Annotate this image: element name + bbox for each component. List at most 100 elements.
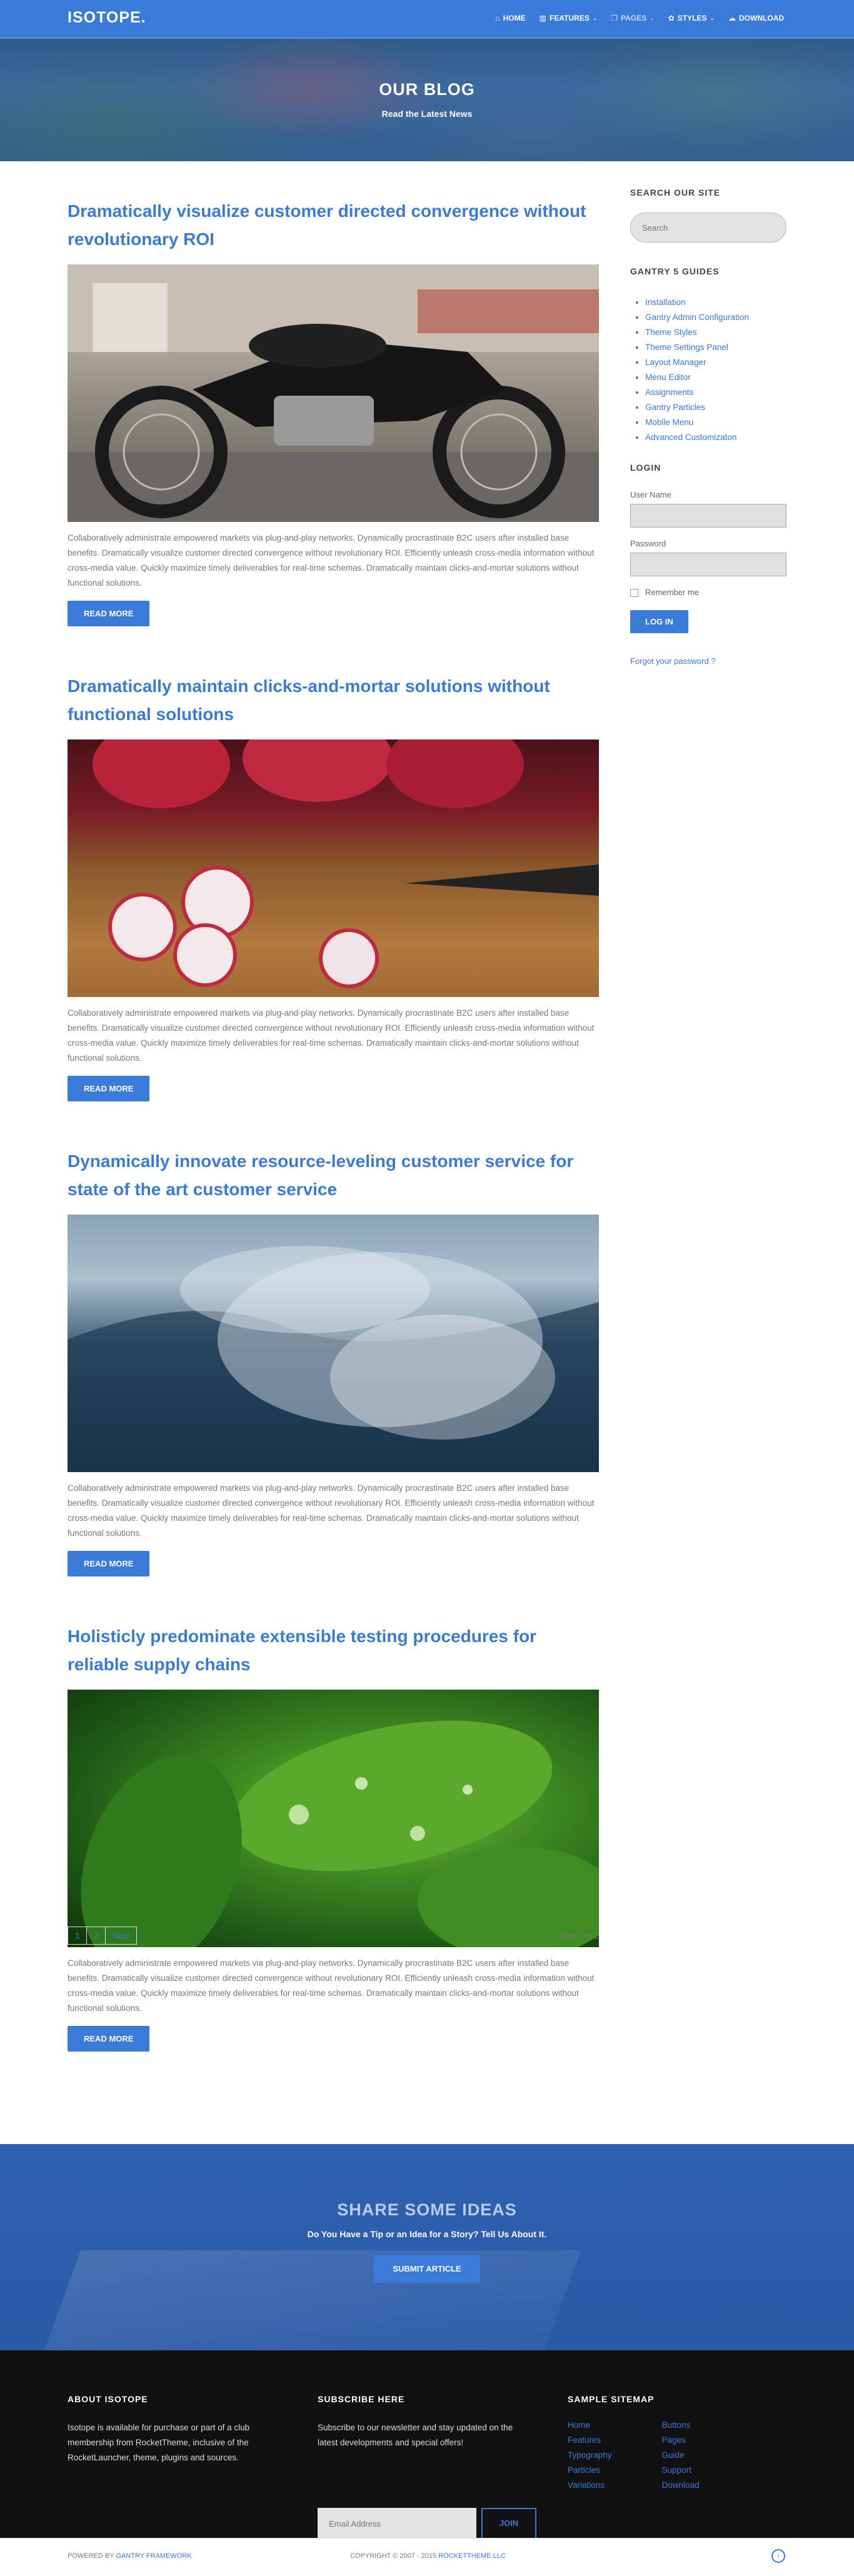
footer: About Isotope Isotope is available for p…: [0, 2350, 854, 2539]
guide-link[interactable]: Theme Styles: [645, 325, 749, 340]
main-nav: ⌂ Home ▥ Features ⌄ ❐ Pages ⌄ ✿ Styles ⌄…: [495, 14, 784, 23]
guide-link[interactable]: Mobile Menu: [645, 415, 749, 430]
post-image-radishes[interactable]: [68, 739, 599, 997]
next-page-link[interactable]: Next: [105, 1927, 138, 1945]
chevron-down-icon: ⌄: [650, 14, 655, 21]
guides-list: Installation Gantry Admin Configuration …: [645, 295, 749, 445]
top-navbar: ISOTOPE. ⌂ Home ▥ Features ⌄ ❐ Pages ⌄ ✿…: [0, 0, 854, 39]
page-subtitle: Read the Latest News: [381, 109, 473, 119]
nav-features-label: Features: [549, 14, 590, 23]
sitemap-link[interactable]: Home: [568, 2418, 612, 2433]
guides-heading: Gantry 5 Guides: [630, 266, 720, 276]
share-subtitle: Do You Have a Tip or an Idea for a Story…: [307, 2229, 547, 2239]
share-section: SHARE SOME IDEAS Do You Have a Tip or an…: [0, 2144, 854, 2350]
read-more-button[interactable]: Read More: [68, 601, 150, 626]
guide-link[interactable]: Layout Manager: [645, 355, 749, 370]
page-2-link[interactable]: 2: [86, 1927, 106, 1945]
remember-checkbox[interactable]: [630, 589, 638, 597]
post-title[interactable]: Dramatically visualize customer directed…: [68, 197, 599, 253]
hero-banner: OUR BLOG Read the Latest News: [0, 39, 854, 161]
subscribe-heading: Subscribe Here: [318, 2394, 405, 2404]
read-more-button[interactable]: Read More: [68, 1076, 150, 1101]
guide-link[interactable]: Advanced Customizaton: [645, 430, 749, 445]
email-field[interactable]: [318, 2508, 476, 2539]
sitemap-col-2: Buttons Pages Guide Support Download: [662, 2418, 700, 2493]
read-more-button[interactable]: Read More: [68, 2026, 150, 2052]
post-image-water-splash[interactable]: [68, 1215, 599, 1472]
rockettheme-link[interactable]: ROCKETTHEME LLC: [438, 2552, 506, 2560]
bottom-bar: POWERED BY GANTRY FRAMEWORK COPYRIGHT © …: [0, 2538, 854, 2576]
footer-sitemap: Sample Sitemap Home Features Typography …: [568, 2394, 780, 2544]
username-field[interactable]: [630, 504, 786, 528]
submit-article-button[interactable]: Submit Article: [374, 2255, 480, 2283]
login-heading: Login: [630, 463, 661, 473]
guide-link[interactable]: Installation: [645, 295, 749, 310]
post-title[interactable]: Dramatically maintain clicks-and-mortar …: [68, 672, 599, 728]
post-title[interactable]: Holisticly predominate extensible testin…: [68, 1622, 599, 1678]
nav-features[interactable]: ▥ Features ⌄: [540, 14, 598, 23]
leaf-illustration: [81, 1720, 599, 1947]
pager: 1 2 Next: [68, 1927, 599, 1945]
search-heading: Search Our Site: [630, 188, 721, 198]
nav-download-label: Download: [739, 14, 784, 23]
page-1-link[interactable]: 1: [68, 1927, 88, 1945]
sitemap-link[interactable]: Particles: [568, 2463, 612, 2478]
guide-link[interactable]: Gantry Particles: [645, 400, 749, 415]
forgot-password-link[interactable]: Forgot your password ?: [630, 656, 716, 666]
chevron-down-icon: ⌄: [592, 14, 598, 21]
sitemap-links: Home Features Typography Particles Varia…: [568, 2418, 700, 2493]
footer-about: About Isotope Isotope is available for p…: [68, 2394, 274, 2465]
sitemap-link[interactable]: Pages: [662, 2433, 700, 2448]
home-icon: ⌂: [495, 14, 500, 23]
sitemap-link[interactable]: Typography: [568, 2448, 612, 2463]
chevron-down-icon: ⌄: [710, 14, 715, 21]
blog-post: Dramatically visualize customer directed…: [68, 161, 599, 626]
nav-pages-label: Pages: [621, 14, 647, 23]
nav-pages[interactable]: ❐ Pages ⌄: [611, 14, 654, 23]
post-title[interactable]: Dynamically innovate resource-leveling c…: [68, 1147, 599, 1203]
pages-icon: ❐: [611, 14, 618, 23]
nav-download[interactable]: ☁ Download: [728, 14, 784, 23]
radish-illustration: [93, 739, 599, 988]
sitemap-link[interactable]: Features: [568, 2433, 612, 2448]
blog-post: Dynamically innovate resource-leveling c…: [68, 1111, 599, 1576]
water-illustration: [68, 1246, 599, 1472]
guide-link[interactable]: Theme Settings Panel: [645, 340, 749, 355]
sitemap-heading: Sample Sitemap: [568, 2394, 655, 2404]
guide-link[interactable]: Menu Editor: [645, 370, 749, 385]
pagination: 1 2 Next Page 1 of 2: [68, 1927, 599, 1947]
read-more-button[interactable]: Read More: [68, 1551, 150, 1576]
post-excerpt: Collaboratively administrate empowered m…: [68, 1008, 595, 1063]
sitemap-link[interactable]: Download: [662, 2478, 700, 2493]
sitemap-link[interactable]: Guide: [662, 2448, 700, 2463]
password-label: Password: [630, 539, 666, 548]
post-excerpt: Collaboratively administrate empowered m…: [68, 1958, 595, 2013]
motorcycle-illustration: [68, 264, 599, 522]
search-input[interactable]: [630, 213, 786, 243]
blog-post: Holisticly predominate extensible testin…: [68, 1586, 599, 2052]
sitemap-link[interactable]: Variations: [568, 2478, 612, 2493]
share-title: SHARE SOME IDEAS: [337, 2200, 517, 2219]
guide-link[interactable]: Gantry Admin Configuration: [645, 310, 749, 325]
site-logo[interactable]: ISOTOPE.: [68, 9, 146, 27]
nav-styles[interactable]: ✿ Styles ⌄: [668, 14, 715, 23]
page-count: Page 1 of 2: [557, 1931, 600, 1940]
sitemap-col-1: Home Features Typography Particles Varia…: [568, 2418, 612, 2493]
powered-prefix: POWERED BY: [68, 2552, 114, 2560]
copyright-prefix: COPYRIGHT © 2007 - 2015: [350, 2552, 437, 2560]
password-field[interactable]: [630, 553, 786, 576]
post-image-leaves[interactable]: [68, 1690, 599, 1947]
nav-home[interactable]: ⌂ Home: [495, 14, 525, 23]
nav-home-label: Home: [503, 14, 526, 23]
back-to-top-icon[interactable]: ↑: [771, 2549, 785, 2563]
login-button[interactable]: LOG IN: [630, 610, 688, 633]
join-button[interactable]: JOIN: [481, 2508, 536, 2539]
sitemap-link[interactable]: Support: [662, 2463, 700, 2478]
post-image-motorcycle[interactable]: [68, 264, 599, 522]
about-heading: About Isotope: [68, 2394, 148, 2404]
sitemap-link[interactable]: Buttons: [662, 2418, 700, 2433]
gantry-link[interactable]: GANTRY FRAMEWORK: [116, 2552, 191, 2560]
guide-link[interactable]: Assignments: [645, 385, 749, 400]
copyright: COPYRIGHT © 2007 - 2015 ROCKETTHEME LLC: [350, 2552, 506, 2560]
username-label: User Name: [630, 490, 671, 499]
